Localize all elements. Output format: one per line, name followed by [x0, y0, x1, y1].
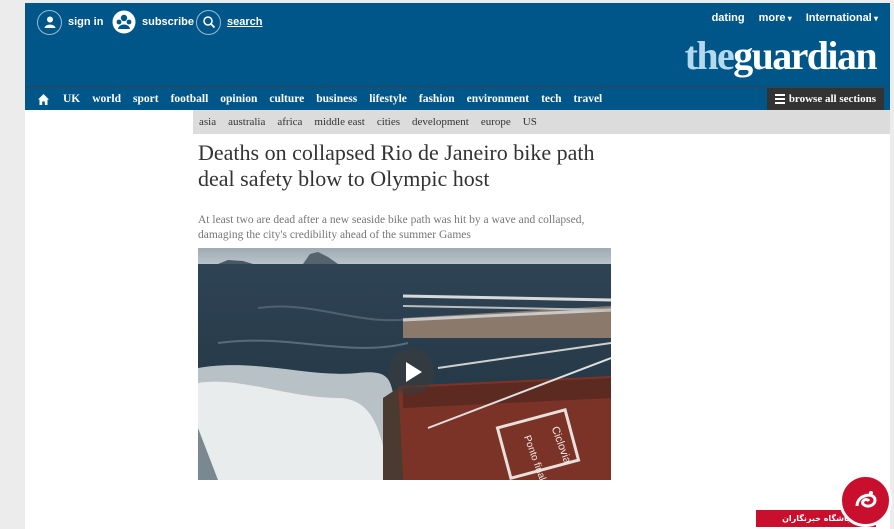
- nav-item-world[interactable]: world: [86, 93, 127, 105]
- more-menu[interactable]: more: [759, 12, 792, 24]
- nav-item-environment[interactable]: environment: [461, 93, 535, 105]
- subnav-item-us[interactable]: US: [523, 116, 537, 128]
- search-link[interactable]: search: [196, 9, 262, 35]
- home-icon[interactable]: [29, 88, 57, 110]
- logo-the: the: [684, 33, 735, 78]
- nav-item-business[interactable]: business: [310, 93, 363, 105]
- dating-link[interactable]: dating: [712, 12, 745, 24]
- nav-item-sport[interactable]: sport: [127, 93, 165, 105]
- nav-item-tech[interactable]: tech: [535, 93, 567, 105]
- sign-in-label: sign in: [68, 16, 104, 28]
- subnav-item-australia[interactable]: australia: [228, 116, 265, 128]
- subscribe-label: subscribe: [142, 16, 194, 28]
- video-player[interactable]: Ponto final Ciclovia: [198, 248, 611, 480]
- browse-all-label: browse all sections: [788, 93, 876, 105]
- subnav-item-europe[interactable]: europe: [481, 116, 511, 128]
- subnav-item-cities[interactable]: cities: [377, 116, 400, 128]
- left-gutter: [33, 115, 193, 135]
- search-icon: [196, 9, 221, 35]
- subnav-item-asia[interactable]: asia: [199, 116, 216, 128]
- section-nav: UK world sport football opinion culture …: [25, 86, 890, 110]
- article-standfirst: At least two are dead after a new seasid…: [198, 214, 585, 241]
- user-icon: [37, 9, 62, 35]
- sub-section-nav: asia australia africa middle east cities…: [193, 110, 890, 134]
- subnav-item-development[interactable]: development: [412, 116, 469, 128]
- browse-all-sections-button[interactable]: browse all sections: [766, 88, 884, 110]
- search-label: search: [227, 16, 263, 28]
- nav-item-opinion[interactable]: opinion: [214, 93, 263, 105]
- page-root: sign in subscribe search dating more Int…: [0, 0, 894, 529]
- nav-item-football[interactable]: football: [165, 93, 215, 105]
- subnav-item-middle-east[interactable]: middle east: [314, 116, 364, 128]
- play-icon[interactable]: [388, 349, 434, 395]
- nav-item-lifestyle[interactable]: lifestyle: [363, 93, 413, 105]
- nav-item-uk[interactable]: UK: [57, 93, 86, 105]
- subnav-item-africa[interactable]: africa: [277, 116, 302, 128]
- watermark-logo: باشگاه خبرنگاران: [756, 474, 894, 529]
- top-right-links: dating more International: [712, 12, 878, 24]
- sign-in-link[interactable]: sign in: [37, 9, 103, 35]
- edition-menu[interactable]: International: [806, 12, 878, 24]
- nav-item-fashion[interactable]: fashion: [413, 93, 461, 105]
- masthead: sign in subscribe search dating more Int…: [25, 3, 890, 86]
- subscribe-icon: [111, 10, 136, 35]
- nav-item-travel[interactable]: travel: [568, 93, 609, 105]
- nav-item-culture[interactable]: culture: [263, 93, 310, 105]
- article-headline: Deaths on collapsed Rio de Janeiro bike …: [198, 140, 595, 191]
- logo-guardian: guardian: [733, 33, 877, 78]
- watermark-emblem-icon: [839, 474, 892, 527]
- guardian-logo[interactable]: theguardian: [684, 33, 878, 78]
- subscribe-link[interactable]: subscribe: [111, 9, 194, 35]
- menu-icon: [774, 92, 785, 106]
